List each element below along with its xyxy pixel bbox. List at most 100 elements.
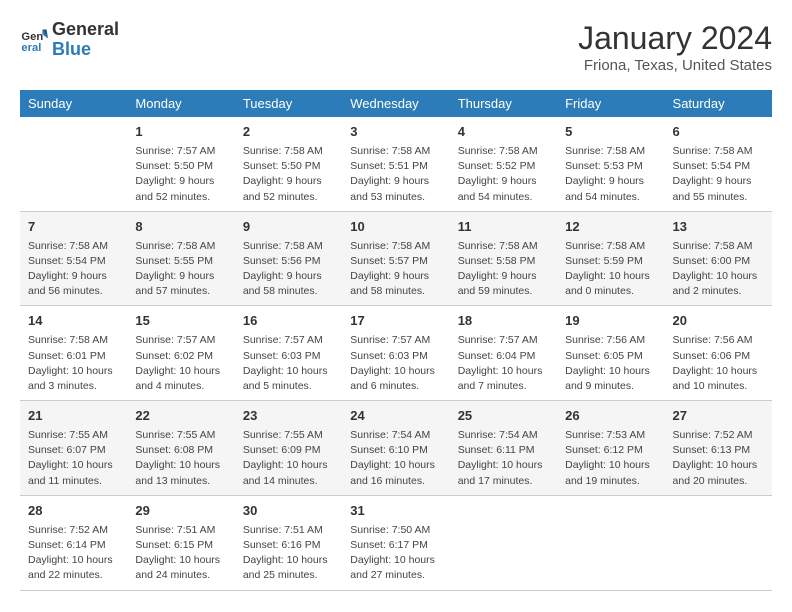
day-header-monday: Monday <box>127 90 234 117</box>
day-number: 6 <box>673 123 764 142</box>
title-block: January 2024 Friona, Texas, United State… <box>578 20 772 74</box>
day-info: Sunrise: 7:57 AMSunset: 6:03 PMDaylight:… <box>350 333 441 394</box>
day-number: 29 <box>135 502 226 521</box>
day-info: Sunrise: 7:50 AMSunset: 6:17 PMDaylight:… <box>350 523 441 584</box>
day-info: Sunrise: 7:57 AMSunset: 6:04 PMDaylight:… <box>458 333 549 394</box>
calendar-cell: 29 Sunrise: 7:51 AMSunset: 6:15 PMDayligh… <box>127 495 234 590</box>
calendar-cell: 28 Sunrise: 7:52 AMSunset: 6:14 PMDayligh… <box>20 495 127 590</box>
calendar-cell: 24 Sunrise: 7:54 AMSunset: 6:10 PMDayligh… <box>342 401 449 496</box>
calendar-cell: 1 Sunrise: 7:57 AMSunset: 5:50 PMDaylight… <box>127 117 234 211</box>
day-number: 3 <box>350 123 441 142</box>
calendar-cell: 9 Sunrise: 7:58 AMSunset: 5:56 PMDaylight… <box>235 211 342 306</box>
day-info: Sunrise: 7:58 AMSunset: 5:51 PMDaylight:… <box>350 144 441 205</box>
day-info: Sunrise: 7:58 AMSunset: 5:55 PMDaylight:… <box>135 239 226 300</box>
day-info: Sunrise: 7:58 AMSunset: 5:58 PMDaylight:… <box>458 239 549 300</box>
day-number: 11 <box>458 218 549 237</box>
calendar-week-row: 7 Sunrise: 7:58 AMSunset: 5:54 PMDaylight… <box>20 211 772 306</box>
calendar-cell: 22Sunrise: 7:55 AMSunset: 6:08 PMDayligh… <box>127 401 234 496</box>
calendar-cell: 3 Sunrise: 7:58 AMSunset: 5:51 PMDaylight… <box>342 117 449 211</box>
calendar-week-row: 1 Sunrise: 7:57 AMSunset: 5:50 PMDaylight… <box>20 117 772 211</box>
day-number: 12 <box>565 218 656 237</box>
calendar-cell: 21 Sunrise: 7:55 AMSunset: 6:07 PMDayligh… <box>20 401 127 496</box>
calendar-cell: 8 Sunrise: 7:58 AMSunset: 5:55 PMDaylight… <box>127 211 234 306</box>
day-number: 22 <box>135 407 226 426</box>
day-number: 8 <box>135 218 226 237</box>
day-info: Sunrise: 7:58 AMSunset: 5:59 PMDaylight:… <box>565 239 656 300</box>
calendar-cell: 2Sunrise: 7:58 AMSunset: 5:50 PMDaylight… <box>235 117 342 211</box>
day-header-tuesday: Tuesday <box>235 90 342 117</box>
day-number: 24 <box>350 407 441 426</box>
day-number: 7 <box>28 218 119 237</box>
day-number: 25 <box>458 407 549 426</box>
day-info: Sunrise: 7:54 AMSunset: 6:11 PMDaylight:… <box>458 428 549 489</box>
logo-icon: Gen eral <box>20 26 48 54</box>
day-info: Sunrise: 7:52 AMSunset: 6:13 PMDaylight:… <box>673 428 764 489</box>
calendar-cell: 19Sunrise: 7:56 AMSunset: 6:05 PMDayligh… <box>557 306 664 401</box>
calendar-cell: 20 Sunrise: 7:56 AMSunset: 6:06 PMDayligh… <box>665 306 772 401</box>
day-number: 10 <box>350 218 441 237</box>
day-info: Sunrise: 7:55 AMSunset: 6:07 PMDaylight:… <box>28 428 119 489</box>
day-number: 26 <box>565 407 656 426</box>
calendar-week-row: 14 Sunrise: 7:58 AMSunset: 6:01 PMDayligh… <box>20 306 772 401</box>
day-info: Sunrise: 7:56 AMSunset: 6:06 PMDaylight:… <box>673 333 764 394</box>
day-number: 9 <box>243 218 334 237</box>
calendar-cell: 5 Sunrise: 7:58 AMSunset: 5:53 PMDaylight… <box>557 117 664 211</box>
day-info: Sunrise: 7:58 AMSunset: 5:53 PMDaylight:… <box>565 144 656 205</box>
day-info: Sunrise: 7:57 AMSunset: 5:50 PMDaylight:… <box>135 144 226 205</box>
day-info: Sunrise: 7:53 AMSunset: 6:12 PMDaylight:… <box>565 428 656 489</box>
calendar-cell: 16 Sunrise: 7:57 AMSunset: 6:03 PMDayligh… <box>235 306 342 401</box>
day-header-friday: Friday <box>557 90 664 117</box>
calendar-cell: 11 Sunrise: 7:58 AMSunset: 5:58 PMDayligh… <box>450 211 557 306</box>
calendar-cell: 27 Sunrise: 7:52 AMSunset: 6:13 PMDayligh… <box>665 401 772 496</box>
calendar-cell: 25 Sunrise: 7:54 AMSunset: 6:11 PMDayligh… <box>450 401 557 496</box>
calendar-cell <box>20 117 127 211</box>
calendar-cell: 30Sunrise: 7:51 AMSunset: 6:16 PMDayligh… <box>235 495 342 590</box>
calendar-cell: 10 Sunrise: 7:58 AMSunset: 5:57 PMDayligh… <box>342 211 449 306</box>
day-number: 14 <box>28 312 119 331</box>
day-info: Sunrise: 7:56 AMSunset: 6:05 PMDaylight:… <box>565 333 656 394</box>
day-info: Sunrise: 7:58 AMSunset: 5:52 PMDaylight:… <box>458 144 549 205</box>
day-number: 15 <box>135 312 226 331</box>
day-number: 28 <box>28 502 119 521</box>
day-number: 21 <box>28 407 119 426</box>
day-number: 18 <box>458 312 549 331</box>
svg-text:eral: eral <box>21 42 41 54</box>
calendar-cell: 14 Sunrise: 7:58 AMSunset: 6:01 PMDayligh… <box>20 306 127 401</box>
calendar-cell: 7 Sunrise: 7:58 AMSunset: 5:54 PMDaylight… <box>20 211 127 306</box>
svg-text:Gen: Gen <box>21 31 43 43</box>
calendar-week-row: 21 Sunrise: 7:55 AMSunset: 6:07 PMDayligh… <box>20 401 772 496</box>
day-header-wednesday: Wednesday <box>342 90 449 117</box>
calendar-cell <box>665 495 772 590</box>
day-info: Sunrise: 7:51 AMSunset: 6:16 PMDaylight:… <box>243 523 334 584</box>
day-info: Sunrise: 7:58 AMSunset: 6:00 PMDaylight:… <box>673 239 764 300</box>
day-info: Sunrise: 7:58 AMSunset: 5:57 PMDaylight:… <box>350 239 441 300</box>
day-number: 17 <box>350 312 441 331</box>
day-number: 5 <box>565 123 656 142</box>
day-info: Sunrise: 7:58 AMSunset: 5:50 PMDaylight:… <box>243 144 334 205</box>
day-info: Sunrise: 7:57 AMSunset: 6:03 PMDaylight:… <box>243 333 334 394</box>
day-header-sunday: Sunday <box>20 90 127 117</box>
day-number: 1 <box>135 123 226 142</box>
day-info: Sunrise: 7:51 AMSunset: 6:15 PMDaylight:… <box>135 523 226 584</box>
calendar-cell: 12 Sunrise: 7:58 AMSunset: 5:59 PMDayligh… <box>557 211 664 306</box>
day-number: 27 <box>673 407 764 426</box>
day-info: Sunrise: 7:54 AMSunset: 6:10 PMDaylight:… <box>350 428 441 489</box>
day-number: 20 <box>673 312 764 331</box>
day-number: 16 <box>243 312 334 331</box>
calendar-cell: 4Sunrise: 7:58 AMSunset: 5:52 PMDaylight… <box>450 117 557 211</box>
day-info: Sunrise: 7:58 AMSunset: 5:54 PMDaylight:… <box>673 144 764 205</box>
day-info: Sunrise: 7:58 AMSunset: 6:01 PMDaylight:… <box>28 333 119 394</box>
calendar-cell: 17 Sunrise: 7:57 AMSunset: 6:03 PMDayligh… <box>342 306 449 401</box>
day-info: Sunrise: 7:52 AMSunset: 6:14 PMDaylight:… <box>28 523 119 584</box>
calendar-cell: 31 Sunrise: 7:50 AMSunset: 6:17 PMDayligh… <box>342 495 449 590</box>
day-info: Sunrise: 7:55 AMSunset: 6:09 PMDaylight:… <box>243 428 334 489</box>
calendar-cell: 15Sunrise: 7:57 AMSunset: 6:02 PMDayligh… <box>127 306 234 401</box>
calendar-cell: 18 Sunrise: 7:57 AMSunset: 6:04 PMDayligh… <box>450 306 557 401</box>
calendar-cell: 13Sunrise: 7:58 AMSunset: 6:00 PMDayligh… <box>665 211 772 306</box>
day-info: Sunrise: 7:58 AMSunset: 5:56 PMDaylight:… <box>243 239 334 300</box>
logo: Gen eral General Blue <box>20 20 119 60</box>
day-header-thursday: Thursday <box>450 90 557 117</box>
day-info: Sunrise: 7:58 AMSunset: 5:54 PMDaylight:… <box>28 239 119 300</box>
day-number: 31 <box>350 502 441 521</box>
page-title: January 2024 <box>578 20 772 57</box>
